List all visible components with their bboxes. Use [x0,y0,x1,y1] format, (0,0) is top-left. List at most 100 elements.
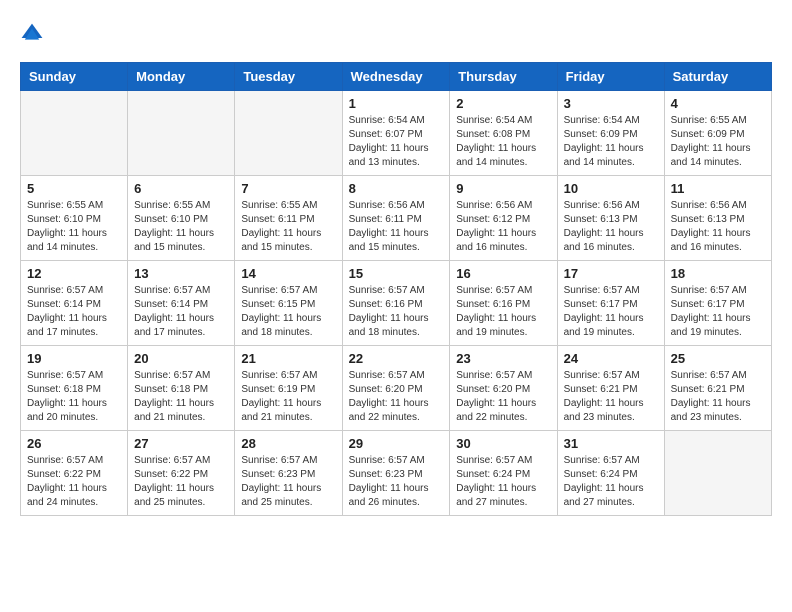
calendar-day-cell: 9Sunrise: 6:56 AMSunset: 6:12 PMDaylight… [450,176,557,261]
day-detail: Sunrise: 6:54 AMSunset: 6:09 PMDaylight:… [564,114,658,170]
day-detail: Sunrise: 6:57 AMSunset: 6:21 PMDaylight:… [564,369,658,425]
day-detail: Sunrise: 6:56 AMSunset: 6:13 PMDaylight:… [671,199,765,255]
calendar-week-row: 12 Sunrise: 6:57 AMSunset: 6:14 PMDayligh… [21,261,772,346]
weekday-header-friday: Friday [557,63,664,91]
day-detail: Sunrise: 6:57 AMSunset: 6:24 PMDaylight:… [564,454,658,510]
calendar-day-cell: 12 Sunrise: 6:57 AMSunset: 6:14 PMDayligh… [21,261,128,346]
day-number: 30 [456,436,550,451]
calendar-day-cell: 1 Sunrise: 6:54 AMSunset: 6:07 PMDaylight… [342,91,450,176]
weekday-header-wednesday: Wednesday [342,63,450,91]
calendar-day-cell: 3 Sunrise: 6:54 AMSunset: 6:09 PMDaylight… [557,91,664,176]
calendar-table: SundayMondayTuesdayWednesdayThursdayFrid… [20,62,772,516]
day-number: 16 [456,266,550,281]
day-number: 29 [349,436,444,451]
calendar-day-cell: 29 Sunrise: 6:57 AMSunset: 6:23 PMDayligh… [342,431,450,516]
page-header [20,20,772,46]
calendar-day-cell: 20 Sunrise: 6:57 AMSunset: 6:18 PMDayligh… [128,346,235,431]
day-detail: Sunrise: 6:57 AMSunset: 6:18 PMDaylight:… [27,369,121,425]
day-detail: Sunrise: 6:55 AMSunset: 6:11 PMDaylight:… [241,199,335,255]
calendar-day-cell [21,91,128,176]
calendar-day-cell: 30Sunrise: 6:57 AMSunset: 6:24 PMDayligh… [450,431,557,516]
calendar-day-cell: 14 Sunrise: 6:57 AMSunset: 6:15 PMDayligh… [235,261,342,346]
calendar-day-cell: 18 Sunrise: 6:57 AMSunset: 6:17 PMDayligh… [664,261,771,346]
calendar-day-cell [664,431,771,516]
calendar-day-cell: 8Sunrise: 6:56 AMSunset: 6:11 PMDaylight… [342,176,450,261]
day-number: 6 [134,181,228,196]
day-detail: Sunrise: 6:55 AMSunset: 6:10 PMDaylight:… [134,199,228,255]
day-number: 3 [564,96,658,111]
calendar-day-cell: 22Sunrise: 6:57 AMSunset: 6:20 PMDayligh… [342,346,450,431]
day-number: 10 [564,181,658,196]
calendar-day-cell: 25 Sunrise: 6:57 AMSunset: 6:21 PMDayligh… [664,346,771,431]
day-number: 14 [241,266,335,281]
calendar-day-cell: 5 Sunrise: 6:55 AMSunset: 6:10 PMDaylight… [21,176,128,261]
day-detail: Sunrise: 6:57 AMSunset: 6:16 PMDaylight:… [349,284,444,340]
calendar-day-cell: 23 Sunrise: 6:57 AMSunset: 6:20 PMDayligh… [450,346,557,431]
calendar-day-cell: 24Sunrise: 6:57 AMSunset: 6:21 PMDayligh… [557,346,664,431]
day-number: 5 [27,181,121,196]
day-detail: Sunrise: 6:57 AMSunset: 6:20 PMDaylight:… [349,369,444,425]
day-detail: Sunrise: 6:56 AMSunset: 6:13 PMDaylight:… [564,199,658,255]
calendar-day-cell: 15 Sunrise: 6:57 AMSunset: 6:16 PMDayligh… [342,261,450,346]
day-number: 17 [564,266,658,281]
day-detail: Sunrise: 6:56 AMSunset: 6:11 PMDaylight:… [349,199,444,255]
calendar-day-cell: 11 Sunrise: 6:56 AMSunset: 6:13 PMDayligh… [664,176,771,261]
day-detail: Sunrise: 6:57 AMSunset: 6:19 PMDaylight:… [241,369,335,425]
weekday-header-tuesday: Tuesday [235,63,342,91]
day-number: 23 [456,351,550,366]
day-number: 1 [349,96,444,111]
day-number: 27 [134,436,228,451]
day-detail: Sunrise: 6:55 AMSunset: 6:10 PMDaylight:… [27,199,121,255]
calendar-day-cell [128,91,235,176]
day-number: 28 [241,436,335,451]
calendar-day-cell: 21 Sunrise: 6:57 AMSunset: 6:19 PMDayligh… [235,346,342,431]
day-detail: Sunrise: 6:54 AMSunset: 6:07 PMDaylight:… [349,114,444,170]
day-detail: Sunrise: 6:57 AMSunset: 6:20 PMDaylight:… [456,369,550,425]
calendar-week-row: 19 Sunrise: 6:57 AMSunset: 6:18 PMDayligh… [21,346,772,431]
day-detail: Sunrise: 6:57 AMSunset: 6:14 PMDaylight:… [27,284,121,340]
weekday-header-thursday: Thursday [450,63,557,91]
calendar-week-row: 26 Sunrise: 6:57 AMSunset: 6:22 PMDayligh… [21,431,772,516]
calendar-week-row: 1 Sunrise: 6:54 AMSunset: 6:07 PMDaylight… [21,91,772,176]
weekday-header-monday: Monday [128,63,235,91]
day-number: 21 [241,351,335,366]
day-detail: Sunrise: 6:55 AMSunset: 6:09 PMDaylight:… [671,114,765,170]
day-number: 12 [27,266,121,281]
calendar-day-cell: 28 Sunrise: 6:57 AMSunset: 6:23 PMDayligh… [235,431,342,516]
calendar-day-cell: 13Sunrise: 6:57 AMSunset: 6:14 PMDayligh… [128,261,235,346]
day-number: 15 [349,266,444,281]
calendar-day-cell: 27Sunrise: 6:57 AMSunset: 6:22 PMDayligh… [128,431,235,516]
day-detail: Sunrise: 6:57 AMSunset: 6:21 PMDaylight:… [671,369,765,425]
calendar-day-cell: 26 Sunrise: 6:57 AMSunset: 6:22 PMDayligh… [21,431,128,516]
weekday-header-sunday: Sunday [21,63,128,91]
day-number: 11 [671,181,765,196]
day-number: 25 [671,351,765,366]
day-number: 4 [671,96,765,111]
day-detail: Sunrise: 6:57 AMSunset: 6:22 PMDaylight:… [27,454,121,510]
day-detail: Sunrise: 6:54 AMSunset: 6:08 PMDaylight:… [456,114,550,170]
day-detail: Sunrise: 6:57 AMSunset: 6:14 PMDaylight:… [134,284,228,340]
day-detail: Sunrise: 6:57 AMSunset: 6:23 PMDaylight:… [241,454,335,510]
day-detail: Sunrise: 6:57 AMSunset: 6:17 PMDaylight:… [564,284,658,340]
day-number: 18 [671,266,765,281]
day-detail: Sunrise: 6:57 AMSunset: 6:15 PMDaylight:… [241,284,335,340]
calendar-day-cell: 2Sunrise: 6:54 AMSunset: 6:08 PMDaylight… [450,91,557,176]
day-detail: Sunrise: 6:57 AMSunset: 6:18 PMDaylight:… [134,369,228,425]
calendar-day-cell: 7Sunrise: 6:55 AMSunset: 6:11 PMDaylight… [235,176,342,261]
calendar-day-cell: 10 Sunrise: 6:56 AMSunset: 6:13 PMDayligh… [557,176,664,261]
day-detail: Sunrise: 6:56 AMSunset: 6:12 PMDaylight:… [456,199,550,255]
weekday-header-row: SundayMondayTuesdayWednesdayThursdayFrid… [21,63,772,91]
logo [20,20,48,46]
day-detail: Sunrise: 6:57 AMSunset: 6:23 PMDaylight:… [349,454,444,510]
calendar-day-cell: 16Sunrise: 6:57 AMSunset: 6:16 PMDayligh… [450,261,557,346]
day-number: 19 [27,351,121,366]
calendar-day-cell: 31Sunrise: 6:57 AMSunset: 6:24 PMDayligh… [557,431,664,516]
calendar-day-cell: 17 Sunrise: 6:57 AMSunset: 6:17 PMDayligh… [557,261,664,346]
calendar-week-row: 5 Sunrise: 6:55 AMSunset: 6:10 PMDaylight… [21,176,772,261]
calendar-day-cell: 4 Sunrise: 6:55 AMSunset: 6:09 PMDaylight… [664,91,771,176]
day-detail: Sunrise: 6:57 AMSunset: 6:17 PMDaylight:… [671,284,765,340]
day-number: 26 [27,436,121,451]
calendar-day-cell: 6 Sunrise: 6:55 AMSunset: 6:10 PMDaylight… [128,176,235,261]
day-number: 20 [134,351,228,366]
calendar-day-cell: 19 Sunrise: 6:57 AMSunset: 6:18 PMDayligh… [21,346,128,431]
